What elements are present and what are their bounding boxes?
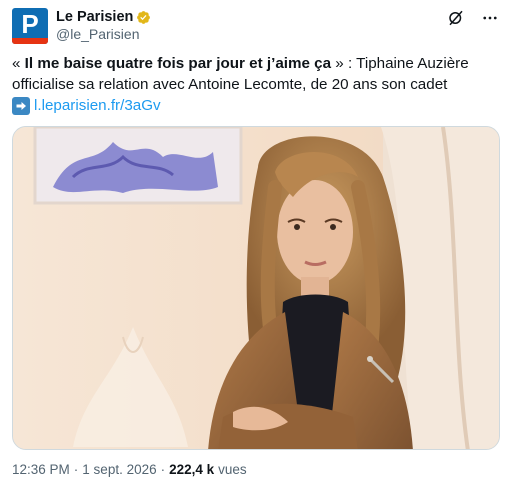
link-line: l.leparisien.fr/3aGv [12, 95, 500, 116]
quote-open: « [12, 55, 25, 72]
header-actions [446, 8, 500, 28]
quote-bold: Il me baise quatre fois par jour et j’ai… [24, 55, 332, 72]
avatar[interactable]: P [12, 8, 48, 44]
meta-separator: · [73, 462, 79, 477]
photo-image [13, 127, 499, 449]
tweet-body: « Il me baise quatre fois par jour et j’… [12, 53, 500, 95]
author-block: Le Parisien @le_Parisien [56, 9, 151, 42]
views-label: vues [218, 462, 247, 477]
tweet-link[interactable]: l.leparisien.fr/3aGv [34, 95, 161, 116]
more-icon[interactable] [480, 8, 500, 28]
tweet-date[interactable]: 1 sept. 2026 [82, 462, 156, 477]
avatar-stripe [12, 38, 48, 44]
quote-close: » [331, 55, 348, 72]
avatar-letter: P [21, 8, 39, 39]
author-display-name-row[interactable]: Le Parisien [56, 9, 151, 25]
tweet-time[interactable]: 12:36 PM [12, 462, 70, 477]
gold-verified-icon [137, 10, 151, 24]
author-handle[interactable]: @le_Parisien [56, 26, 151, 42]
right-arrow-icon [12, 96, 30, 115]
views-count: 222,4 k [169, 462, 215, 477]
grok-icon[interactable] [446, 8, 466, 28]
tweet-photo[interactable] [12, 126, 500, 450]
tweet-text: « Il me baise quatre fois par jour et j’… [12, 53, 500, 116]
tweet-meta: 12:36 PM · 1 sept. 2026 · 222,4 k vues [12, 462, 247, 477]
tweet-header: P Le Parisien @le_Parisien [12, 8, 500, 44]
author-display-name[interactable]: Le Parisien [56, 9, 133, 25]
meta-separator: · [160, 462, 166, 477]
